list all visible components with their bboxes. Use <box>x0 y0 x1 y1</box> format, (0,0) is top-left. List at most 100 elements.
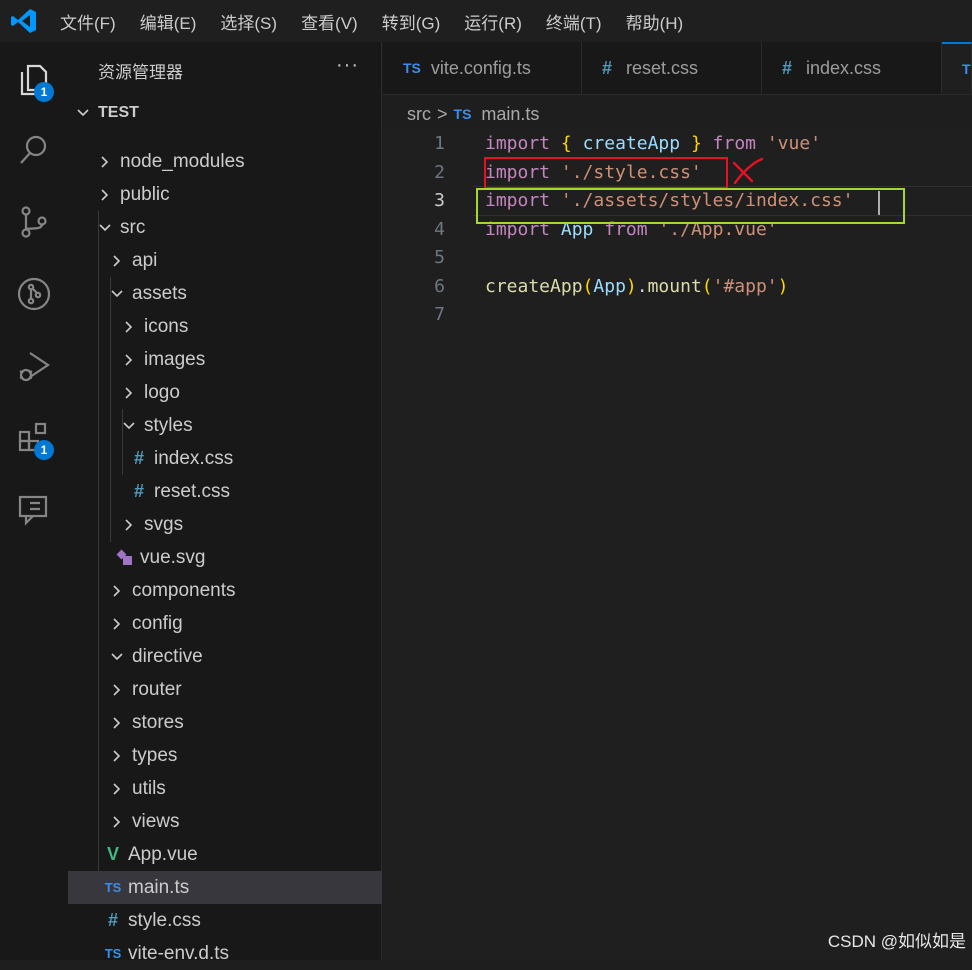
breadcrumb-separator-icon: > <box>437 103 448 124</box>
search-button[interactable] <box>0 120 68 180</box>
tree-item-src[interactable]: src <box>68 211 382 244</box>
tree-item-label: index.css <box>154 447 234 469</box>
menu-help[interactable]: 帮助(H) <box>626 9 684 34</box>
code-line[interactable]: 1 import { createApp } from 'vue' <box>383 129 972 158</box>
tree-item-stores[interactable]: stores <box>68 706 382 739</box>
tree-item-main-ts[interactable]: TS main.ts <box>68 871 382 904</box>
tree-item-app-vue[interactable]: V App.vue <box>68 838 382 871</box>
run-debug-button[interactable] <box>0 336 68 396</box>
chevron-right-icon <box>108 681 126 699</box>
vue-file-icon: V <box>106 844 119 864</box>
tree-item-label: api <box>132 249 158 271</box>
chevron-right-icon <box>120 351 138 369</box>
tree-item-node-modules[interactable]: node_modules <box>68 145 382 178</box>
menu-run[interactable]: 运行(R) <box>464 9 522 34</box>
tree-item-style-css[interactable]: # style.css <box>68 904 382 937</box>
tree-item-label: src <box>120 216 146 238</box>
menu-selection[interactable]: 选择(S) <box>220 9 277 34</box>
tree-item-vite-env[interactable]: TS vite-env.d.ts <box>68 937 382 970</box>
tree-item-views[interactable]: views <box>68 805 382 838</box>
tree-item-label: vue.svg <box>140 546 206 568</box>
workspace-root[interactable]: TEST <box>68 98 381 128</box>
line-number: 1 <box>434 133 445 154</box>
code-editor[interactable]: 1 import { createApp } from 'vue' 2 impo… <box>383 128 972 960</box>
line-number: 5 <box>434 247 445 268</box>
tab-label: index.css <box>806 57 882 78</box>
breadcrumb-file[interactable]: main.ts <box>481 104 539 125</box>
menu-terminal[interactable]: 终端(T) <box>546 9 602 34</box>
explorer-header: 资源管理器 ··· <box>68 42 381 98</box>
tree-item-logo[interactable]: logo <box>68 376 382 409</box>
tree-item-label: public <box>120 183 170 205</box>
css-file-icon: # <box>602 57 613 78</box>
line-number: 7 <box>434 304 445 325</box>
extensions-button[interactable] <box>0 408 68 468</box>
tree-item-label: utils <box>132 777 166 799</box>
tree-item-label: icons <box>144 315 189 337</box>
vscode-logo-icon <box>11 9 36 33</box>
tree-item-label: reset.css <box>154 480 231 502</box>
ts-file-icon: TS <box>453 106 472 122</box>
explorer-button[interactable] <box>0 50 68 110</box>
menu-bar: 文件(F) 编辑(E) 选择(S) 查看(V) 转到(G) 运行(R) 终端(T… <box>60 0 707 42</box>
code-line[interactable]: 6 createApp(App).mount('#app') <box>383 272 972 301</box>
text-cursor <box>878 191 880 215</box>
breadcrumb-folder[interactable]: src <box>407 104 431 125</box>
tree-item-utils[interactable]: utils <box>68 772 382 805</box>
line-number: 6 <box>434 276 445 297</box>
code-line[interactable]: 7 <box>383 300 972 329</box>
menu-view[interactable]: 查看(V) <box>301 9 358 34</box>
menu-file[interactable]: 文件(F) <box>60 9 116 34</box>
tree-item-label: config <box>132 612 183 634</box>
activity-bar: 1 1 <box>0 42 68 960</box>
explorer-sidebar: 资源管理器 ··· TEST node_modules public src a… <box>68 42 382 964</box>
tree-item-public[interactable]: public <box>68 178 382 211</box>
chevron-right-icon <box>108 780 126 798</box>
tree-item-label: node_modules <box>120 150 245 172</box>
css-file-icon: # <box>133 448 144 468</box>
menu-edit[interactable]: 编辑(E) <box>140 9 197 34</box>
tab-index-css[interactable]: # index.css <box>762 42 942 94</box>
tree-item-label: style.css <box>128 909 201 931</box>
css-file-icon: # <box>782 57 793 78</box>
tree-item-router[interactable]: router <box>68 673 382 706</box>
git-graph-button[interactable] <box>0 264 68 324</box>
red-cross-mark-icon <box>732 157 764 185</box>
tree-item-vue-svg[interactable]: vue.svg <box>68 541 382 574</box>
chevron-right-icon <box>120 384 138 402</box>
remote-explorer-icon <box>18 495 48 526</box>
tab-main-ts[interactable]: T <box>942 42 972 94</box>
tree-item-api[interactable]: api <box>68 244 382 277</box>
tree-item-images[interactable]: images <box>68 343 382 376</box>
tree-item-config[interactable]: config <box>68 607 382 640</box>
tree-item-types[interactable]: types <box>68 739 382 772</box>
tree-item-label: logo <box>144 381 180 403</box>
tree-item-svgs[interactable]: svgs <box>68 508 382 541</box>
tree-item-label: svgs <box>144 513 184 535</box>
tree-item-label: vite-env.d.ts <box>128 942 230 964</box>
tree-item-assets[interactable]: assets <box>68 277 382 310</box>
tree-item-directive[interactable]: directive <box>68 640 382 673</box>
chevron-right-icon <box>108 252 126 270</box>
tab-reset-css[interactable]: # reset.css <box>582 42 762 94</box>
tree-item-icons[interactable]: icons <box>68 310 382 343</box>
more-actions-button[interactable]: ··· <box>336 54 359 77</box>
css-file-icon: # <box>107 910 118 930</box>
remote-explorer-button[interactable] <box>0 480 68 540</box>
code-line[interactable]: 5 <box>383 243 972 272</box>
tree-item-styles[interactable]: styles <box>68 409 382 442</box>
tree-item-components[interactable]: components <box>68 574 382 607</box>
tree-item-reset-css[interactable]: # reset.css <box>68 475 382 508</box>
tree-item-index-css[interactable]: # index.css <box>68 442 382 475</box>
chevron-right-icon <box>108 582 126 600</box>
code-text: import { createApp } from 'vue' <box>485 133 822 154</box>
chevron-right-icon <box>108 714 126 732</box>
svg-file-icon <box>114 549 136 567</box>
tab-vite-config[interactable]: TS vite.config.ts <box>383 42 582 94</box>
title-bar: 文件(F) 编辑(E) 选择(S) 查看(V) 转到(G) 运行(R) 终端(T… <box>0 0 972 42</box>
chevron-right-icon <box>108 813 126 831</box>
menu-go[interactable]: 转到(G) <box>382 9 441 34</box>
source-control-button[interactable] <box>0 192 68 252</box>
line-number: 3 <box>434 190 445 211</box>
code-text: createApp(App).mount('#app') <box>485 276 789 297</box>
